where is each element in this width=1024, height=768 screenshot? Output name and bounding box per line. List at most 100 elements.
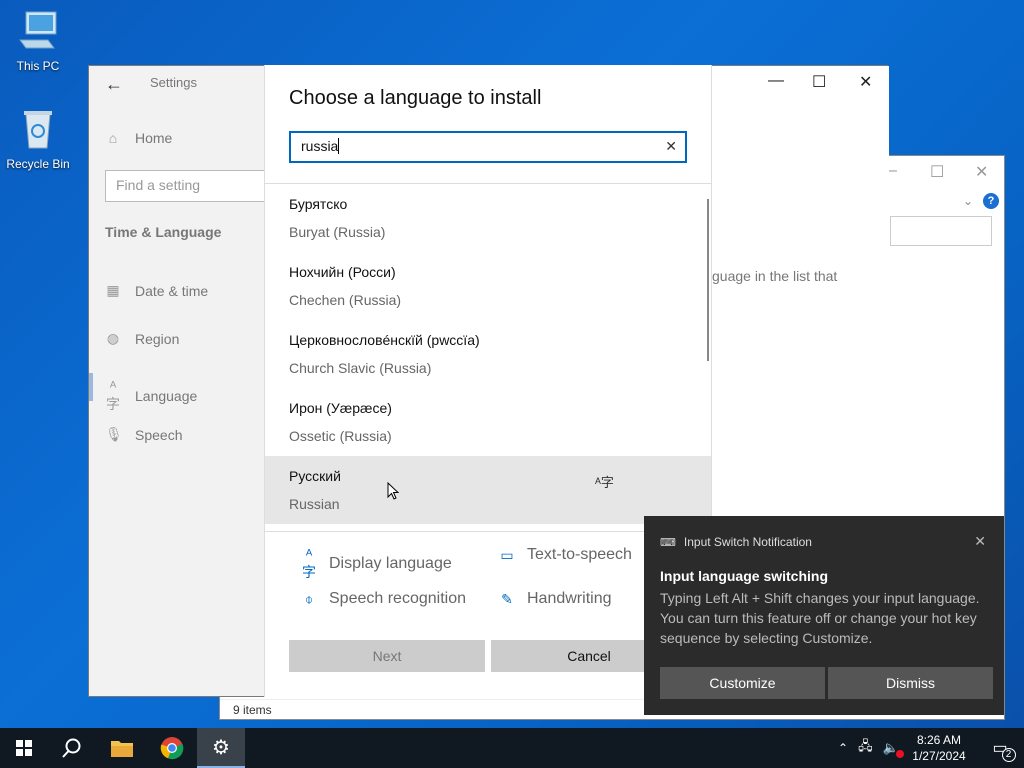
microphone-icon: 🎙 — [105, 426, 123, 442]
nav-region[interactable]: ◍ Region — [105, 330, 179, 347]
desktop-icon-label: This PC — [16, 59, 60, 73]
taskbar-clock[interactable]: 8:26 AM 1/27/2024 — [904, 732, 974, 764]
globe-icon: ◍ — [106, 330, 120, 346]
home-icon: ⌂ — [108, 130, 118, 146]
recycle-bin-icon — [24, 111, 52, 149]
close-icon[interactable]: ✕ — [859, 72, 872, 92]
search-box[interactable] — [890, 216, 992, 246]
maximize-icon[interactable]: ☐ — [930, 162, 944, 182]
language-search-input[interactable]: russia ✕ — [289, 131, 687, 163]
windows-logo-icon — [16, 740, 32, 756]
minimize-icon[interactable]: – — [888, 162, 897, 180]
input-switch-notification: ⌨ Input Switch Notification ✕ Input lang… — [644, 516, 1004, 715]
computer-icon — [19, 11, 57, 49]
language-english-name: Chechen (Russia) — [289, 292, 402, 308]
chrome-button[interactable] — [148, 728, 196, 768]
action-center-button[interactable]: ▭ 2 — [976, 728, 1024, 768]
file-explorer-button[interactable] — [98, 728, 146, 768]
feature-label: Speech recognition — [329, 590, 466, 607]
clock-time: 8:26 AM — [916, 733, 962, 747]
network-icon[interactable]: 🖧 — [858, 737, 873, 759]
language-native-name: Бурятско — [289, 196, 348, 212]
feature-display-language: ᴬ字 Display language — [301, 546, 452, 582]
gear-icon: ⚙ — [212, 736, 230, 759]
section-title: Time & Language — [105, 224, 222, 240]
language-item[interactable]: Ирон (Уæрæсе) Ossetic (Russia) — [265, 388, 711, 456]
nav-home-label: Home — [135, 130, 173, 146]
calendar-icon: ▦ — [106, 282, 120, 298]
language-list: Бурятско Buryat (Russia) Нохчийн (Росси)… — [265, 184, 711, 524]
maximize-icon[interactable]: ☐ — [812, 72, 826, 92]
language-english-name: Buryat (Russia) — [289, 224, 386, 240]
back-arrow-icon[interactable]: ← — [105, 74, 123, 95]
language-native-name: Русский — [289, 468, 341, 484]
volume-muted-icon[interactable]: 🔈 — [883, 740, 904, 758]
search-button[interactable] — [48, 728, 96, 768]
handwriting-icon: ✎ — [501, 590, 513, 607]
dialog-title: Choose a language to install — [289, 87, 542, 109]
notification-app-name: Input Switch Notification — [683, 535, 812, 549]
chevron-down-icon[interactable]: ⌄ — [963, 194, 973, 208]
language-english-name: Church Slavic (Russia) — [289, 360, 432, 376]
nav-speech[interactable]: 🎙 Speech — [105, 426, 182, 443]
nav-language[interactable]: ᴬ字 Language — [105, 378, 197, 414]
search-icon — [62, 738, 81, 758]
language-english-name: Ossetic (Russia) — [289, 428, 392, 444]
list-scrollbar[interactable] — [707, 199, 709, 361]
feature-label: Text-to-speech — [527, 546, 632, 563]
notification-title: Input language switching — [660, 568, 828, 584]
clear-icon[interactable]: ✕ — [665, 138, 677, 155]
close-icon[interactable]: ✕ — [975, 162, 988, 182]
notification-header: ⌨ Input Switch Notification — [660, 535, 812, 549]
feature-label: Display language — [329, 555, 452, 572]
notification-icon: ▭ 2 — [992, 738, 1016, 762]
folder-icon — [111, 741, 133, 757]
search-value: russia — [301, 138, 339, 154]
language-english-name: Russian — [289, 496, 340, 512]
language-native-name: Ирон (Уæрæсе) — [289, 400, 392, 416]
keyboard-icon: ⌨ — [660, 536, 676, 549]
language-hint-text: guage in the list that — [712, 268, 838, 284]
desktop-icon-this-pc[interactable]: This PC — [0, 8, 76, 73]
feature-speech-recognition: ⌽ Speech recognition — [301, 590, 466, 608]
feature-label: Handwriting — [527, 590, 612, 607]
notification-body: Typing Left Alt + Shift changes your inp… — [660, 590, 980, 646]
system-tray: ⌃ 🖧 🔈 — [838, 728, 904, 768]
help-icon[interactable]: ? — [983, 193, 999, 209]
next-button[interactable]: Next — [289, 640, 485, 672]
feature-handwriting: ✎ Handwriting — [499, 590, 611, 608]
desktop-icon-label: Recycle Bin — [6, 157, 70, 171]
taskbar: ⚙ ⌃ 🖧 🔈 8:26 AM 1/27/2024 ▭ 2 — [0, 728, 1024, 768]
language-icon: ᴬ字 — [106, 378, 120, 412]
nav-label: Region — [135, 330, 180, 347]
text-caret — [338, 138, 340, 154]
settings-nav: ← Settings ⌂ Home Find a setting Time & … — [89, 66, 275, 696]
close-icon[interactable]: ✕ — [974, 533, 986, 550]
notification-count-badge: 2 — [1001, 748, 1016, 762]
clock-date: 1/27/2024 — [912, 749, 966, 763]
feature-text-to-speech: ▭ Text-to-speech — [499, 546, 632, 564]
language-item[interactable]: Бурятско Buryat (Russia) — [265, 184, 711, 252]
display-language-icon: ᴬ字 — [595, 475, 614, 490]
desktop-icon-recycle-bin[interactable]: Recycle Bin — [0, 106, 76, 171]
ribbon-controls: ⌄ ? — [890, 190, 1005, 212]
language-native-name: Церковнословéнскïй (рwссïа) — [289, 332, 480, 348]
nav-date-time[interactable]: ▦ Date & time — [105, 282, 208, 299]
dismiss-button[interactable]: Dismiss — [828, 667, 993, 699]
microphone-icon: ⌽ — [304, 590, 314, 607]
settings-taskbar-button[interactable]: ⚙ — [197, 728, 245, 768]
app-title: Settings — [150, 75, 197, 90]
nav-label: Date & time — [135, 282, 209, 299]
language-item[interactable]: Нохчийн (Росси) Chechen (Russia) — [265, 252, 711, 320]
customize-button[interactable]: Customize — [660, 667, 825, 699]
nav-label: Speech — [135, 426, 183, 443]
start-button[interactable] — [0, 728, 48, 768]
text-to-speech-icon: ▭ — [500, 546, 514, 563]
language-item[interactable]: Церковнословéнскïй (рwссïа) Church Slavi… — [265, 320, 711, 388]
minimize-icon[interactable]: — — [768, 72, 784, 90]
find-setting-input[interactable]: Find a setting — [105, 170, 275, 202]
chevron-up-icon[interactable]: ⌃ — [838, 741, 848, 755]
language-item-selected[interactable]: Русский Russian ᴬ字 — [265, 456, 711, 524]
chrome-icon — [160, 737, 184, 760]
nav-home[interactable]: ⌂ Home — [105, 130, 173, 146]
